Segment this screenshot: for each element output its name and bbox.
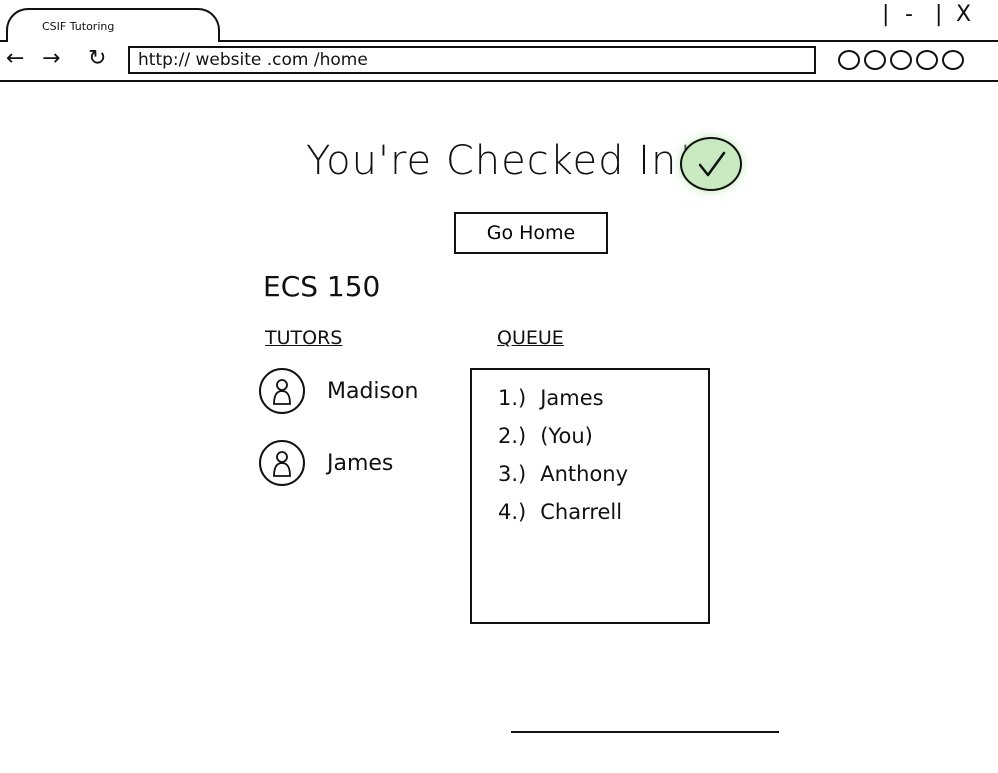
queue-item: 3.) Anthony — [498, 462, 628, 500]
queue-heading: QUEUE — [497, 327, 564, 349]
queue-panel: 1.) James 2.) (You) 3.) Anthony 4.) Char… — [470, 368, 710, 624]
tab-baseline-right — [220, 40, 998, 42]
queue-name: Charrell — [540, 500, 623, 524]
toolbar-divider — [0, 80, 998, 82]
menu-dot-icon — [890, 50, 912, 70]
tutor-name: Madison — [327, 378, 419, 404]
queue-position: 1.) — [498, 386, 527, 410]
queue-item: 4.) Charrell — [498, 500, 628, 538]
queue-list: 1.) James 2.) (You) 3.) Anthony 4.) Char… — [498, 386, 628, 538]
menu-dot-icon — [942, 50, 964, 70]
queue-name: (You) — [540, 424, 593, 448]
person-icon — [273, 451, 291, 477]
footer-divider — [511, 731, 779, 733]
avatar — [259, 440, 305, 486]
window-divider-icon: | — [935, 2, 943, 27]
close-button[interactable]: X — [956, 4, 971, 26]
tab-baseline-left — [0, 40, 6, 42]
avatar — [259, 368, 305, 414]
refresh-button[interactable]: ↻ — [88, 48, 106, 70]
queue-name: James — [540, 386, 604, 410]
queue-position: 4.) — [498, 500, 527, 524]
page-title: You're Checked In! — [306, 138, 695, 184]
menu-dot-icon — [916, 50, 938, 70]
back-button[interactable]: ← — [6, 48, 24, 70]
url-input[interactable]: http:// website .com /home — [128, 46, 816, 74]
course-title: ECS 150 — [263, 270, 381, 303]
person-icon — [273, 379, 291, 405]
window-divider-icon: | — [882, 2, 890, 27]
queue-item: 1.) James — [498, 386, 628, 424]
queue-name: Anthony — [540, 462, 629, 486]
menu-dot-icon — [838, 50, 860, 70]
tutors-heading: TUTORS — [265, 327, 343, 349]
tutor-name: James — [327, 450, 394, 476]
browser-menu-button[interactable] — [838, 50, 964, 70]
tutor-item: Madison — [259, 368, 418, 414]
go-home-button[interactable]: Go Home — [454, 212, 608, 254]
menu-dot-icon — [864, 50, 886, 70]
tab-title: CSIF Tutoring — [42, 20, 115, 33]
minimize-button[interactable]: - — [905, 4, 913, 26]
tutor-item: James — [259, 440, 393, 486]
queue-item: 2.) (You) — [498, 424, 628, 462]
queue-position: 3.) — [498, 462, 527, 486]
queue-position: 2.) — [498, 424, 527, 448]
check-icon — [680, 137, 742, 191]
forward-button[interactable]: → — [42, 48, 60, 70]
